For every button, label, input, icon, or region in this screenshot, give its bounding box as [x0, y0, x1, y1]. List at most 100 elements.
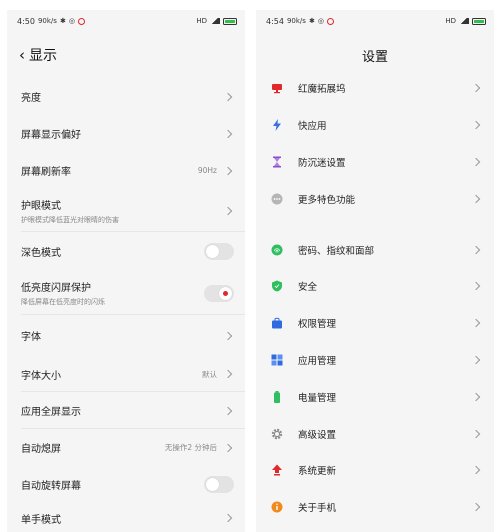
battery-icon [271, 390, 283, 403]
setting-row-one-hand-mode[interactable]: 单手模式 [7, 503, 245, 532]
dark-mode-toggle[interactable] [204, 243, 234, 260]
settings-item-label: 权限管理 [298, 319, 337, 331]
chevron-right-icon [471, 282, 481, 291]
bluetooth-icon: ✱ [308, 17, 315, 25]
status-time: 4:54 [266, 16, 284, 26]
network-label: HD [445, 17, 456, 25]
settings-item-label: 防沉迷设置 [298, 157, 346, 169]
row-label: 自动熄屏 [21, 444, 61, 455]
chevron-right-icon [223, 443, 233, 452]
setting-row-display-preference[interactable]: 屏幕显示偏好 [7, 115, 245, 152]
settings-item-more-features[interactable]: 更多特色功能 [256, 180, 494, 217]
setting-row-brightness[interactable]: 亮度 [7, 78, 245, 115]
row-label: 深色模式 [21, 248, 61, 259]
settings-item-system-update[interactable]: 系统更新 [256, 452, 494, 489]
row-label: 屏幕显示偏好 [21, 130, 81, 141]
settings-item-label: 快应用 [298, 121, 327, 133]
signal-icon [210, 18, 220, 24]
settings-item-advanced[interactable]: 高级设置 [256, 415, 494, 452]
grid-icon [271, 354, 283, 366]
fingerprint-icon [271, 244, 283, 256]
settings-item-about-phone[interactable]: 关于手机 [256, 489, 494, 526]
settings-item-app-management[interactable]: 应用管理 [256, 342, 494, 379]
refresh-rate-value: 90Hz [197, 166, 217, 175]
chevron-right-icon [471, 194, 481, 204]
chevron-right-icon [471, 84, 481, 93]
alarm-icon: ◎ [317, 17, 324, 25]
signal-icon [459, 18, 469, 24]
chevron-right-icon [471, 157, 481, 167]
chevron-right-icon [223, 406, 233, 415]
monitor-icon [271, 82, 283, 94]
row-label: 自动旋转屏幕 [21, 481, 81, 492]
settings-item-label: 更多特色功能 [298, 194, 356, 206]
setting-row-screen-timeout[interactable]: 自动熄屏 无操作2 分钟后 [7, 429, 245, 466]
settings-item-label: 应用管理 [298, 355, 337, 367]
row-subtitle: 护眼模式降低蓝光对眼睛的伤害 [21, 215, 119, 224]
chevron-right-icon [223, 92, 233, 101]
row-label: 屏幕刷新率 [21, 167, 71, 178]
bluetooth-icon: ✱ [59, 17, 66, 25]
setting-row-font[interactable]: 字体 [7, 315, 245, 356]
settings-item-password-fingerprint-face[interactable]: 密码、指纹和面部 [256, 231, 494, 268]
settings-group-system: 密码、指纹和面部 安全 权限管理 应用管理 电量管理 高级设置 系统更新 关于手… [256, 231, 494, 525]
settings-item-battery[interactable]: 电量管理 [256, 378, 494, 415]
chevron-right-icon [471, 318, 481, 328]
auto-rotate-toggle[interactable] [204, 476, 234, 493]
network-label: HD [196, 17, 207, 25]
chevron-right-icon [471, 502, 481, 512]
low-brightness-flicker-toggle[interactable] [204, 284, 234, 302]
app-notification-icon [77, 17, 85, 25]
chevron-right-icon [223, 331, 233, 340]
setting-row-fullscreen-apps[interactable]: 应用全屏显示 [7, 392, 245, 429]
row-label: 亮度 [21, 93, 41, 104]
gear-icon [271, 428, 283, 440]
chevron-right-icon [471, 245, 481, 254]
settings-item-label: 红魔拓展坞 [298, 84, 346, 96]
battery-icon [223, 17, 237, 25]
row-label: 应用全屏显示 [21, 407, 81, 418]
chevron-right-icon [471, 120, 481, 130]
chevron-right-icon [471, 466, 481, 475]
setting-row-dark-mode[interactable]: 深色模式 [7, 232, 245, 271]
status-time: 4:50 [17, 16, 35, 26]
chevron-right-icon [223, 129, 233, 138]
chevron-right-icon [223, 513, 233, 523]
chevron-right-icon [471, 355, 481, 365]
setting-row-refresh-rate[interactable]: 屏幕刷新率 90Hz [7, 152, 245, 189]
more-icon [271, 193, 283, 205]
display-settings-screen: 4:50 90k/s ✱ ◎ HD ‹ 显示 亮度 屏幕显示偏好 屏幕刷新率 9… [7, 10, 245, 532]
setting-row-font-size[interactable]: 字体大小 默认 [7, 356, 245, 392]
hourglass-icon [271, 156, 283, 168]
settings-item-label: 高级设置 [298, 429, 337, 441]
info-icon [271, 501, 283, 513]
back-arrow-icon[interactable]: ‹ [19, 47, 25, 63]
update-icon [271, 464, 283, 476]
page-title: 显示 [29, 48, 57, 64]
settings-item-permissions[interactable]: 权限管理 [256, 305, 494, 342]
settings-item-redmagic-dock[interactable]: 红魔拓展坞 [256, 70, 494, 107]
settings-item-label: 电量管理 [298, 392, 337, 404]
settings-group-features: 红魔拓展坞 快应用 防沉迷设置 更多特色功能 [256, 70, 494, 217]
row-label: 护眼模式 [21, 200, 61, 212]
screen-timeout-value: 无操作2 分钟后 [164, 443, 217, 452]
row-label: 字体大小 [21, 370, 61, 382]
shield-icon [271, 280, 283, 292]
settings-item-anti-addiction[interactable]: 防沉迷设置 [256, 144, 494, 181]
page-header: ‹ 显示 [7, 32, 245, 78]
status-speed: 90k/s [286, 17, 306, 25]
settings-item-security[interactable]: 安全 [256, 268, 494, 305]
row-label: 单手模式 [21, 514, 61, 526]
settings-item-label: 密码、指纹和面部 [298, 245, 375, 257]
setting-row-eye-care[interactable]: 护眼模式 护眼模式降低蓝光对眼睛的伤害 [7, 189, 245, 232]
setting-row-low-brightness-flicker[interactable]: 低亮度闪屏保护 降低屏幕在低亮度时的闪烁 [7, 271, 245, 315]
settings-item-label: 系统更新 [298, 466, 337, 478]
row-label: 字体 [21, 332, 41, 343]
alarm-icon: ◎ [68, 17, 75, 25]
settings-item-quick-apps[interactable]: 快应用 [256, 107, 494, 144]
status-bar: 4:54 90k/s ✱ ◎ HD [256, 10, 494, 32]
settings-screen: 4:54 90k/s ✱ ◎ HD 设置 红魔拓展坞 快应用 防沉迷设置 更多特… [256, 10, 494, 532]
app-notification-icon [326, 17, 334, 25]
chevron-right-icon [223, 206, 233, 215]
setting-row-auto-rotate[interactable]: 自动旋转屏幕 [7, 466, 245, 503]
